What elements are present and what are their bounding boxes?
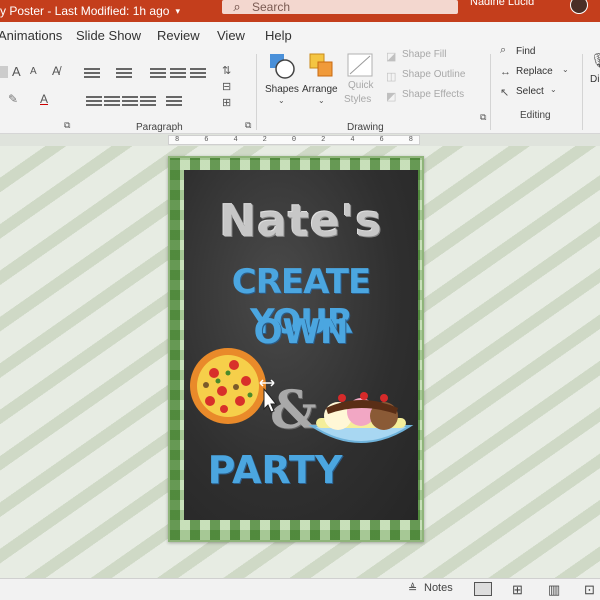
ruler-mark: 8 [175, 136, 180, 144]
arrange-chevron-icon[interactable]: ⌄ [318, 96, 325, 105]
shapes-button[interactable]: Shapes [265, 84, 299, 95]
ribbon-divider [582, 54, 583, 130]
tab-review[interactable]: Review [157, 28, 200, 43]
bullets-icon[interactable] [84, 68, 100, 80]
reading-view-icon[interactable]: ▥ [548, 582, 560, 598]
select-button[interactable]: Select [516, 86, 544, 97]
quick-styles-label-2[interactable]: Styles [344, 94, 371, 105]
normal-view-icon[interactable] [474, 582, 492, 596]
notes-button[interactable]: Notes [424, 582, 453, 594]
document-title[interactable]: y Poster - Last Modified: 1h ago [0, 4, 169, 18]
dictate-button-partial[interactable]: Di [590, 74, 599, 85]
dictate-icon[interactable]: 🎙 [590, 52, 600, 69]
group-label-drawing: Drawing [347, 122, 384, 133]
replace-button[interactable]: Replace [516, 66, 553, 77]
search-input[interactable]: Search [252, 0, 290, 14]
search-icon: ⌕ [233, 0, 241, 14]
align-center-icon[interactable] [104, 96, 120, 108]
ribbon-divider [490, 54, 491, 130]
align-text-icon[interactable]: ⊟ [222, 80, 231, 93]
ice-cream-sundae-image[interactable] [308, 388, 414, 458]
user-name[interactable]: Nadine Lucid [470, 0, 534, 8]
drawing-dialog-launcher-icon[interactable]: ⧉ [480, 112, 486, 123]
font-dialog-launcher-icon[interactable]: ⧉ [64, 120, 70, 131]
columns-icon[interactable] [166, 96, 182, 108]
select-icon[interactable]: ↖ [500, 86, 509, 99]
ribbon-tabs: Animations Slide Show Review View Help [0, 22, 600, 50]
tab-slide-show[interactable]: Slide Show [76, 28, 141, 43]
increase-indent-icon[interactable] [170, 68, 186, 80]
clear-formatting-icon[interactable]: A̸ [52, 64, 60, 78]
shapes-icon[interactable] [268, 52, 296, 80]
replace-icon[interactable]: ↔ [500, 66, 511, 78]
shape-outline-icon[interactable]: ◫ [386, 70, 396, 83]
title-dropdown-icon[interactable]: ▾ [175, 6, 180, 17]
smartart-icon[interactable]: ⊞ [222, 96, 231, 109]
status-bar: ≜ Notes ⊞ ▥ ⊡ [0, 578, 600, 600]
notes-icon[interactable]: ≜ [408, 582, 417, 595]
slide-show-icon[interactable]: ⊡ [584, 582, 595, 598]
quick-styles-icon[interactable] [346, 52, 376, 80]
arrange-button[interactable]: Arrange [302, 84, 338, 95]
font-size-box[interactable] [0, 66, 8, 78]
numbering-icon[interactable] [116, 68, 132, 80]
shape-effects-button[interactable]: Shape Effects [402, 89, 464, 100]
horizontal-ruler: 8 6 4 2 0 2 4 6 8 [168, 135, 420, 145]
find-icon[interactable]: ⌕ [500, 44, 506, 57]
ribbon-divider [256, 54, 257, 130]
poster-title-name[interactable]: Nate's [184, 196, 418, 247]
highlighter-icon[interactable]: ✎ [8, 92, 18, 106]
ruler-mark: 2 [262, 136, 267, 144]
tab-animations[interactable]: Animations [0, 28, 62, 43]
shapes-chevron-icon[interactable]: ⌄ [278, 96, 285, 105]
grow-font-button[interactable]: A [12, 64, 21, 79]
justify-icon[interactable] [140, 96, 156, 108]
paragraph-dialog-launcher-icon[interactable]: ⧉ [245, 120, 251, 131]
ruler-mark: 2 [321, 136, 326, 144]
decrease-indent-icon[interactable] [150, 68, 166, 80]
find-button[interactable]: Find [516, 46, 535, 57]
ribbon: A A A̸ ✎ A ⇅ ⊟ ⊞ Paragraph ⧉ ⧉ Shapes ⌄ … [0, 44, 600, 134]
shape-fill-button[interactable]: Shape Fill [402, 49, 446, 60]
align-left-icon[interactable] [86, 96, 102, 108]
mouse-cursor-icon [259, 379, 278, 413]
tab-help[interactable]: Help [265, 28, 292, 43]
ruler-mark: 4 [233, 136, 238, 144]
text-direction-icon[interactable]: ⇅ [222, 64, 231, 77]
search-box[interactable]: ⌕ Search [222, 0, 458, 14]
ruler-mark: 6 [379, 136, 384, 144]
quick-styles-label-1[interactable]: Quick [348, 80, 374, 91]
arrange-icon[interactable] [308, 52, 336, 80]
replace-chevron-icon[interactable]: ⌄ [562, 65, 569, 74]
group-label-paragraph: Paragraph [136, 122, 183, 133]
group-label-editing: Editing [520, 110, 551, 121]
shrink-font-button[interactable]: A [30, 66, 37, 77]
select-chevron-icon[interactable]: ⌄ [550, 85, 557, 94]
tab-view[interactable]: View [217, 28, 245, 43]
shape-outline-button[interactable]: Shape Outline [402, 69, 465, 80]
line-spacing-icon[interactable] [190, 68, 206, 80]
ruler-mark: 6 [204, 136, 209, 144]
slide-sorter-icon[interactable]: ⊞ [512, 582, 523, 598]
shape-effects-icon[interactable]: ◩ [386, 90, 396, 103]
ruler-mark: 8 [408, 136, 413, 144]
shape-fill-icon[interactable]: ◪ [386, 50, 396, 63]
ruler-mark: 0 [291, 136, 297, 144]
align-right-icon[interactable] [122, 96, 138, 108]
ruler-mark: 4 [350, 136, 355, 144]
font-color-icon[interactable]: A [40, 92, 48, 106]
